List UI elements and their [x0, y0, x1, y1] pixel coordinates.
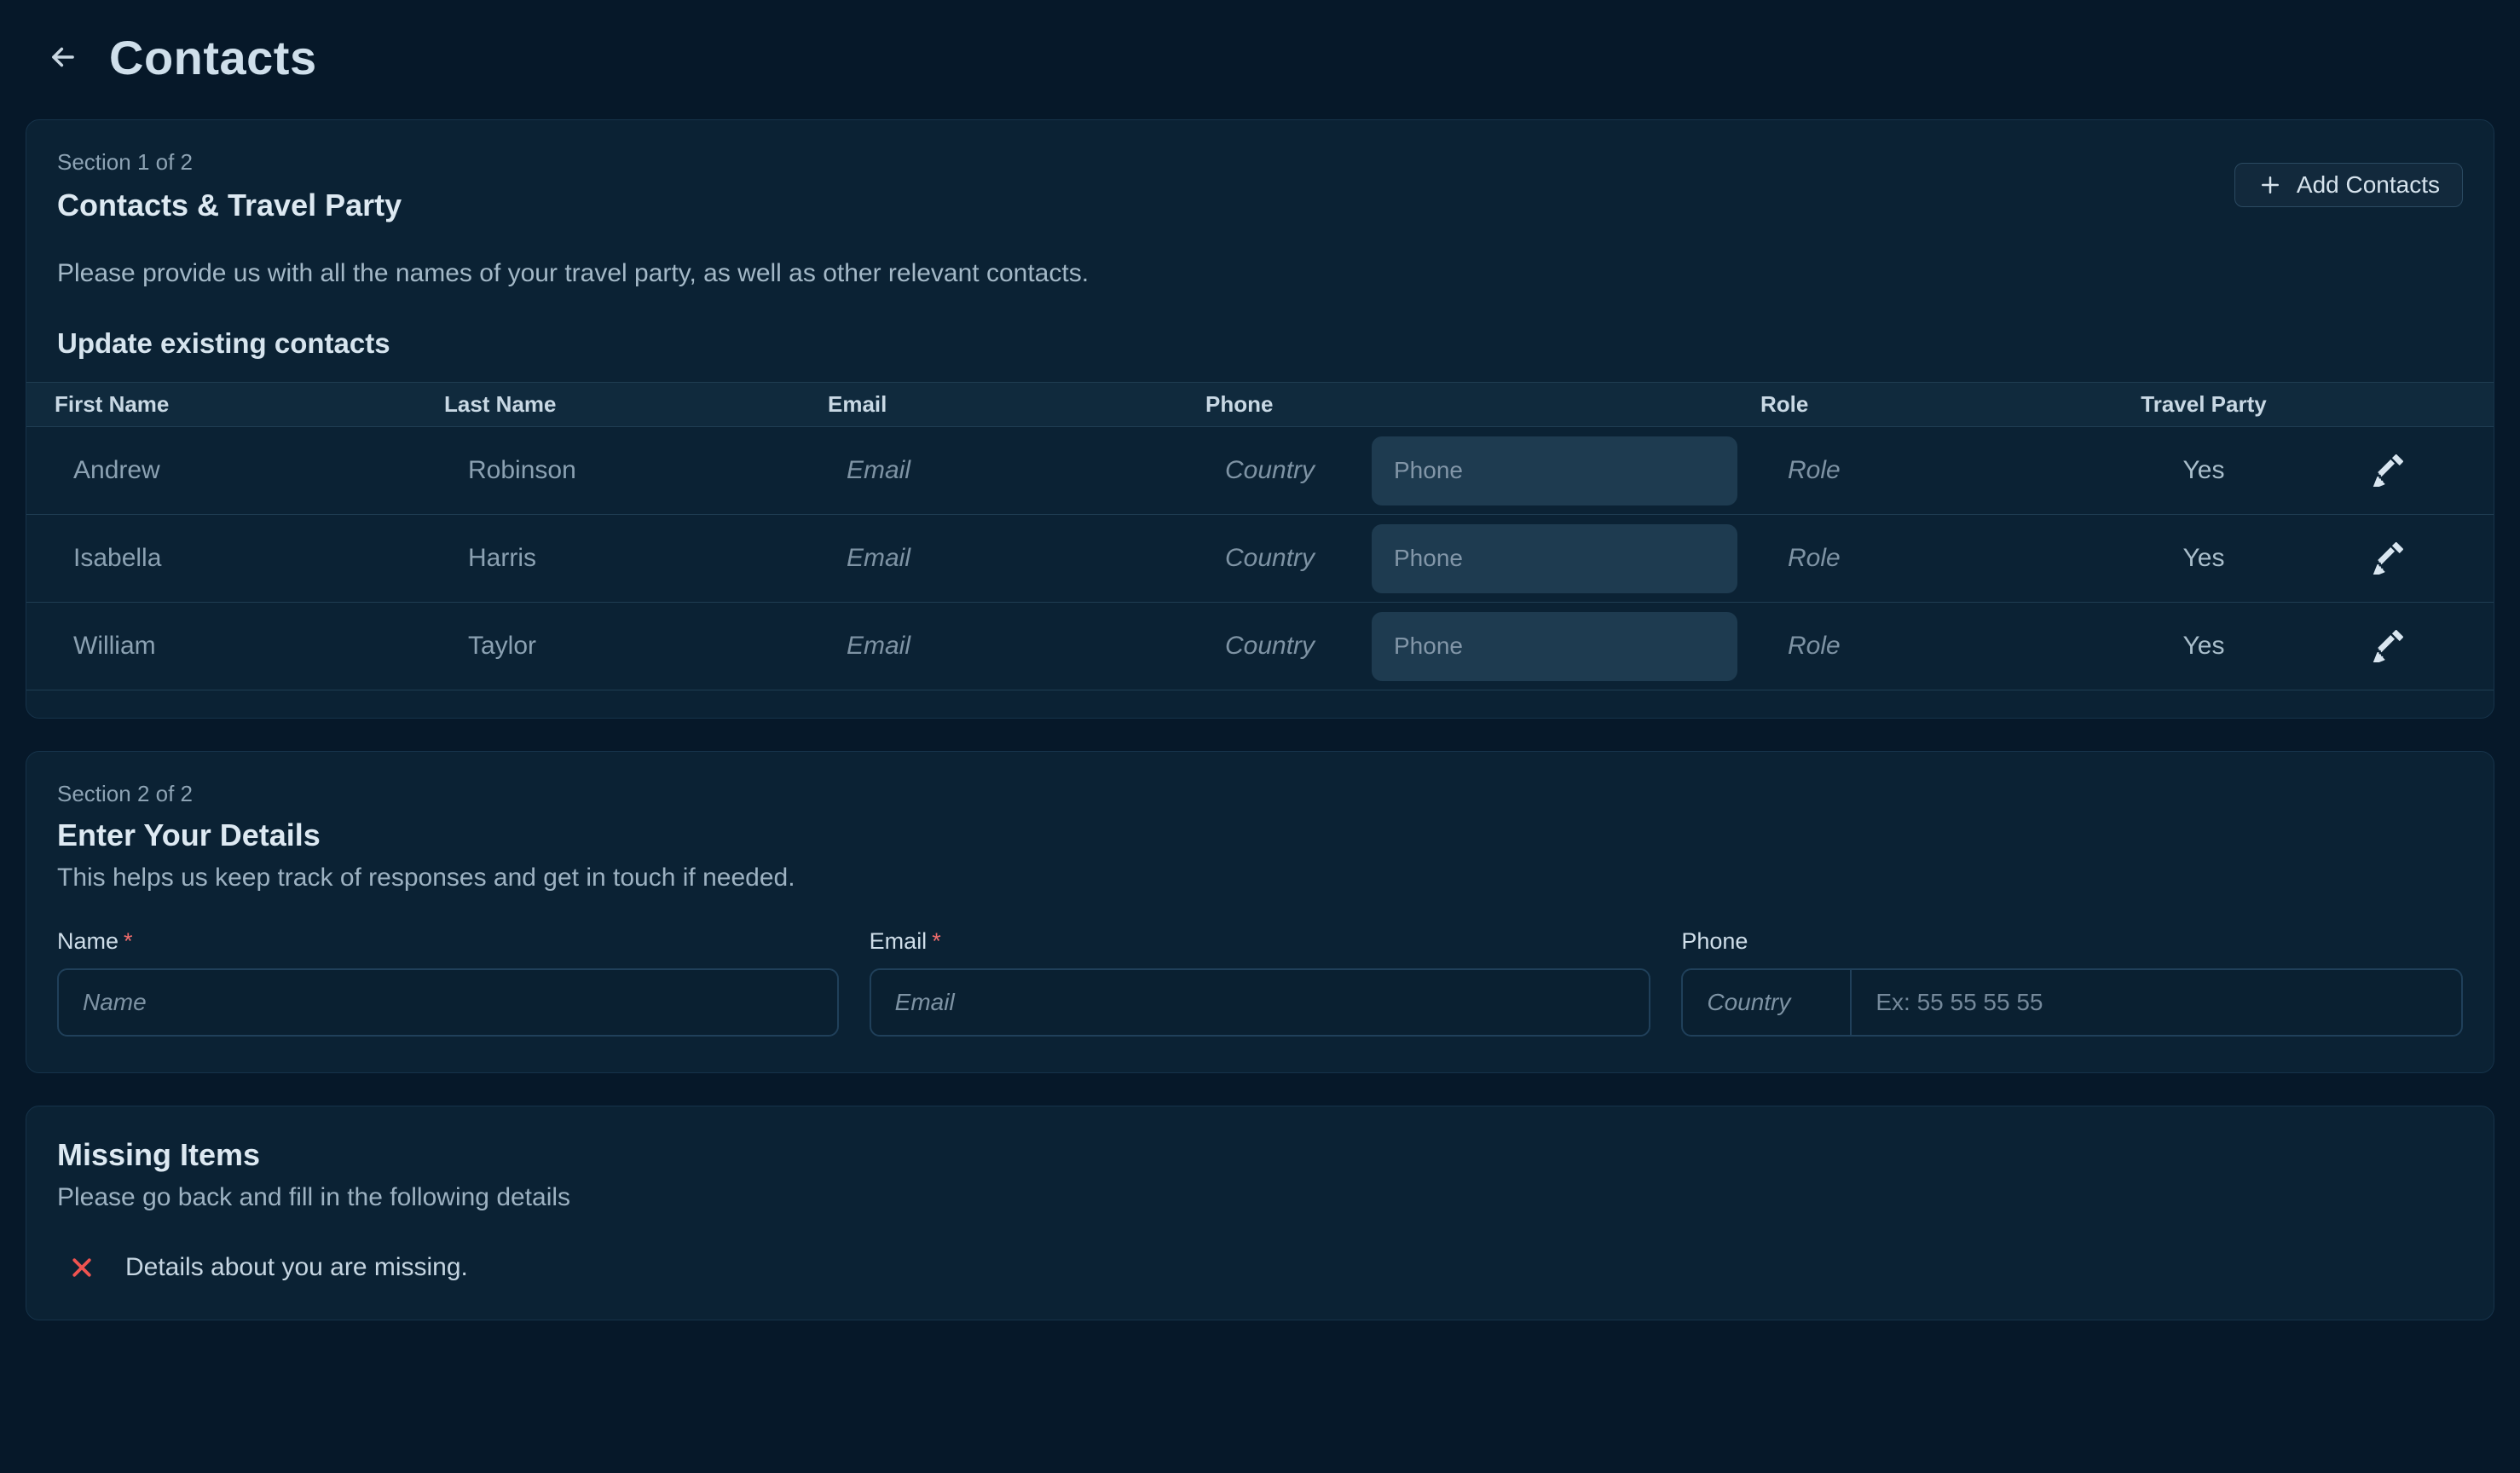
x-mark-icon — [69, 1255, 95, 1280]
section-1-description: Please provide us with all the names of … — [26, 259, 2494, 288]
missing-items-card: Missing Items Please go back and fill in… — [26, 1106, 2494, 1320]
cell-phone-input[interactable] — [1372, 524, 1737, 593]
phone-number-input[interactable] — [1852, 970, 2461, 1035]
email-label-text: Email — [870, 928, 928, 954]
section-step-label: Section 2 of 2 — [57, 781, 2463, 807]
phone-field-group: Phone — [1681, 928, 2463, 1037]
country-code-input[interactable] — [1683, 970, 1852, 1035]
cell-email-field[interactable]: Email — [828, 544, 1205, 573]
cell-role-field[interactable]: Role — [1760, 544, 2093, 573]
header-last-name: Last Name — [444, 391, 828, 418]
cell-phone: Country — [1205, 612, 1760, 681]
name-field-group: Name* — [57, 928, 839, 1037]
section-1-title: Contacts & Travel Party — [57, 188, 402, 223]
email-field-group: Email* — [870, 928, 1651, 1037]
header-phone: Phone — [1205, 391, 1760, 418]
pencil-icon — [2371, 454, 2403, 487]
cell-first-name: Isabella — [26, 544, 444, 573]
cell-edit — [2315, 447, 2494, 494]
edit-row-button[interactable] — [2363, 534, 2411, 582]
header-first-name: First Name — [26, 391, 444, 418]
section-2-title: Enter Your Details — [57, 817, 2463, 853]
section-2-description: This helps us keep track of responses an… — [57, 864, 2463, 892]
email-label: Email* — [870, 928, 1651, 955]
cell-country-field[interactable]: Country — [1225, 632, 1346, 661]
pencil-icon — [2371, 630, 2403, 662]
phone-input-group — [1681, 968, 2463, 1037]
cell-first-name: William — [26, 632, 444, 661]
edit-row-button[interactable] — [2363, 447, 2411, 494]
table-row: Isabella Harris Email Country Role Yes — [26, 514, 2494, 602]
cell-country-field[interactable]: Country — [1225, 456, 1346, 485]
header-role: Role — [1760, 391, 2093, 418]
cell-role-field[interactable]: Role — [1760, 632, 2093, 661]
missing-item-row: Details about you are missing. — [57, 1253, 2463, 1282]
table-header-row: First Name Last Name Email Phone Role Tr… — [26, 382, 2494, 426]
missing-item-text: Details about you are missing. — [125, 1253, 468, 1282]
email-input[interactable] — [870, 968, 1651, 1037]
pencil-icon — [2371, 542, 2403, 575]
section-1-header: Section 1 of 2 Contacts & Travel Party A… — [26, 149, 2494, 223]
header-email: Email — [828, 391, 1205, 418]
page-title: Contacts — [109, 30, 317, 85]
table-row: William Taylor Email Country Role Yes — [26, 602, 2494, 690]
name-label: Name* — [57, 928, 839, 955]
cell-travel-party: Yes — [2093, 632, 2315, 661]
cell-first-name: Andrew — [26, 456, 444, 485]
cell-email-field[interactable]: Email — [828, 456, 1205, 485]
update-contacts-heading: Update existing contacts — [26, 327, 2494, 360]
add-contacts-button[interactable]: Add Contacts — [2234, 163, 2463, 207]
arrow-left-icon — [47, 41, 79, 73]
cell-edit — [2315, 622, 2494, 670]
back-button[interactable] — [44, 38, 82, 76]
required-asterisk: * — [932, 928, 941, 954]
cell-last-name: Taylor — [444, 632, 828, 661]
name-input[interactable] — [57, 968, 839, 1037]
section-1-card: Section 1 of 2 Contacts & Travel Party A… — [26, 119, 2494, 719]
cell-travel-party: Yes — [2093, 456, 2315, 485]
main-content: Section 1 of 2 Contacts & Travel Party A… — [0, 119, 2520, 1320]
plus-icon — [2257, 172, 2283, 198]
header-travel-party: Travel Party — [2093, 391, 2315, 418]
cell-country-field[interactable]: Country — [1225, 544, 1346, 573]
cell-email-field[interactable]: Email — [828, 632, 1205, 661]
table-footer-strip — [26, 690, 2494, 718]
details-form: Name* Email* Phone — [57, 928, 2463, 1037]
section-1-header-text: Section 1 of 2 Contacts & Travel Party — [57, 149, 402, 223]
cell-phone-input[interactable] — [1372, 436, 1737, 505]
cell-phone: Country — [1205, 436, 1760, 505]
missing-items-description: Please go back and fill in the following… — [57, 1183, 2463, 1212]
cell-last-name: Robinson — [444, 456, 828, 485]
cell-phone: Country — [1205, 524, 1760, 593]
table-row: Andrew Robinson Email Country Role Yes — [26, 426, 2494, 514]
cell-role-field[interactable]: Role — [1760, 456, 2093, 485]
phone-label: Phone — [1681, 928, 2463, 955]
cell-phone-input[interactable] — [1372, 612, 1737, 681]
cell-travel-party: Yes — [2093, 544, 2315, 573]
cell-last-name: Harris — [444, 544, 828, 573]
phone-label-text: Phone — [1681, 928, 1748, 954]
missing-items-title: Missing Items — [57, 1137, 2463, 1173]
edit-row-button[interactable] — [2363, 622, 2411, 670]
contacts-table: First Name Last Name Email Phone Role Tr… — [26, 382, 2494, 718]
section-step-label: Section 1 of 2 — [57, 149, 402, 176]
top-bar: Contacts — [0, 0, 2520, 114]
section-2-card: Section 2 of 2 Enter Your Details This h… — [26, 751, 2494, 1073]
name-label-text: Name — [57, 928, 118, 954]
add-contacts-label: Add Contacts — [2297, 171, 2440, 199]
required-asterisk: * — [124, 928, 133, 954]
cell-edit — [2315, 534, 2494, 582]
